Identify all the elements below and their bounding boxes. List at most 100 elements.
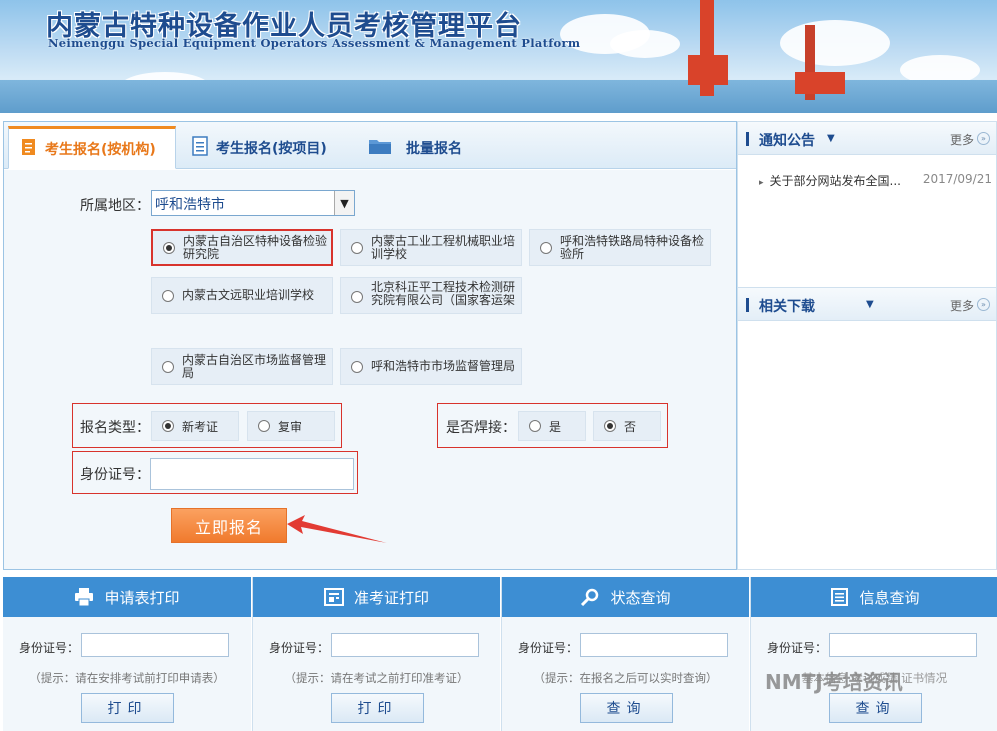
- print-button[interactable]: 打印: [331, 693, 424, 723]
- institution-label: 内蒙古工业工程机械职业培训学校: [371, 233, 516, 261]
- service-print-application: 申请表打印 身份证号： （提示：请在安排考试前打印申请表） 打印: [3, 577, 251, 731]
- tab-bar: 考生报名(按机构) 考生报名(按项目) 批量报名: [4, 122, 736, 169]
- institution-option[interactable]: 内蒙古文远职业培训学校: [151, 277, 333, 314]
- tab-register-by-project[interactable]: 考生报名(按项目): [192, 126, 352, 169]
- institution-label: 内蒙古自治区特种设备检验研究院: [183, 233, 328, 261]
- radio-unselected[interactable]: [529, 420, 541, 432]
- hint-text: （提示：请在安排考试前打印申请表）: [29, 671, 225, 685]
- institution-label: 呼和浩特市市场监督管理局: [371, 359, 516, 373]
- register-now-button[interactable]: 立即报名: [171, 508, 287, 543]
- id-number-input[interactable]: [150, 458, 354, 490]
- radio-unselected[interactable]: [162, 289, 174, 302]
- service-title: 信息查询: [859, 588, 920, 607]
- id-label: 身份证号：: [80, 467, 150, 483]
- institution-option[interactable]: 呼和浩特铁路局特种设备检验所: [529, 229, 711, 266]
- type-option-new[interactable]: 新考证: [151, 411, 239, 441]
- radio-unselected[interactable]: [351, 241, 363, 254]
- field-label: 身份证号：: [19, 641, 80, 655]
- radio-unselected[interactable]: [258, 420, 270, 432]
- downloads-title: 相关下载: [759, 299, 815, 315]
- notice-item-text[interactable]: 关于部分网站发布全国...: [770, 174, 901, 188]
- radio-unselected[interactable]: [162, 360, 174, 373]
- list-icon: [829, 588, 849, 606]
- notice-item[interactable]: ▸ 关于部分网站发布全国...: [759, 172, 901, 189]
- magnifier-icon: [580, 588, 600, 607]
- radio-selected[interactable]: [162, 420, 174, 432]
- cloud-decoration: [610, 30, 680, 58]
- region-select[interactable]: 呼和浩特市 ▼: [151, 190, 355, 216]
- service-print-admission: 准考证打印 身份证号： （提示：请在考试之前打印准考证） 打印: [252, 577, 500, 731]
- tab-register-by-institution[interactable]: 考生报名(按机构): [8, 126, 176, 169]
- radio-selected[interactable]: [163, 241, 175, 254]
- header-bar: [746, 298, 749, 312]
- wechat-watermark: NMTJ考培资讯: [765, 670, 903, 694]
- radio-unselected[interactable]: [351, 291, 363, 303]
- id-number-input[interactable]: [580, 633, 728, 657]
- printer-icon: [74, 588, 94, 607]
- double-chevron-right-icon[interactable]: »: [977, 132, 990, 145]
- crane-decoration: [688, 55, 728, 85]
- folder-icon: [368, 137, 392, 159]
- registration-panel: 考生报名(按机构) 考生报名(按项目) 批量报名 所属地区： 呼和浩特市 ▼ 内…: [3, 121, 737, 570]
- service-body: 身份证号： （提示：请在安排考试前打印申请表） 打印: [3, 617, 251, 731]
- type-option-label: 新考证: [182, 419, 219, 434]
- institution-option[interactable]: 北京科正平工程技术检测研究院有限公司（国家客运架: [340, 277, 522, 314]
- query-button[interactable]: 查询: [580, 693, 673, 723]
- double-chevron-right-icon[interactable]: »: [977, 298, 990, 311]
- notice-title: 通知公告: [759, 133, 815, 149]
- radio-unselected[interactable]: [540, 241, 552, 254]
- document-icon: [192, 135, 208, 160]
- institution-option[interactable]: 内蒙古自治区特种设备检验研究院: [151, 229, 333, 266]
- id-number-input[interactable]: [81, 633, 229, 657]
- downloads-more-link[interactable]: 更多: [950, 297, 974, 314]
- institution-label: 内蒙古文远职业培训学校: [182, 288, 315, 302]
- notice-header: 通知公告 ▼ 更多 »: [738, 122, 996, 155]
- id-number-input[interactable]: [331, 633, 479, 657]
- service-body: 身份证号： （提示：请在考试之前打印准考证） 打印: [253, 617, 500, 731]
- type-option-review[interactable]: 复审: [247, 411, 335, 441]
- field-label: 身份证号：: [767, 641, 828, 655]
- sea-decoration: [0, 80, 997, 113]
- service-body: 身份证号： （提示：在报名之后可以实时查询） 查询: [502, 617, 749, 731]
- notice-item-date: 2017/09/21: [922, 172, 992, 186]
- caret-down-icon: ▼: [827, 133, 835, 144]
- radio-selected[interactable]: [604, 420, 616, 432]
- service-header: 准考证打印: [253, 577, 500, 617]
- tab-batch-register[interactable]: 批量报名: [368, 126, 488, 169]
- header-bar: [746, 132, 749, 146]
- notice-more-link[interactable]: 更多: [950, 131, 974, 148]
- print-button[interactable]: 打印: [81, 693, 174, 723]
- weld-option-no[interactable]: 否: [593, 411, 661, 441]
- region-select-value: 呼和浩特市: [155, 197, 225, 213]
- card-icon: [323, 588, 344, 606]
- radio-unselected[interactable]: [351, 360, 363, 373]
- arrow-annotation-icon: [287, 515, 387, 543]
- header-banner: 内蒙古特种设备作业人员考核管理平台 Neimenggu Special Equi…: [0, 0, 997, 113]
- site-subtitle: Neimenggu Special Equipment Operators As…: [48, 36, 581, 50]
- institution-label: 内蒙古自治区市场监督管理局: [182, 352, 327, 380]
- cloud-decoration: [780, 20, 890, 66]
- institution-option[interactable]: 内蒙古工业工程机械职业培训学校: [340, 229, 522, 266]
- downloads-panel: 相关下载 ▼ 更多 »: [737, 288, 997, 570]
- id-number-input[interactable]: [829, 633, 977, 657]
- query-button[interactable]: 查询: [829, 693, 922, 723]
- field-label: 身份证号：: [269, 641, 330, 655]
- hint-text: （提示：在报名之后可以实时查询）: [533, 671, 718, 685]
- service-title: 准考证打印: [353, 588, 429, 607]
- service-header: 信息查询: [751, 577, 997, 617]
- chevron-down-icon[interactable]: ▼: [334, 191, 354, 215]
- weld-label: 是否焊接：: [446, 420, 516, 436]
- service-title: 申请表打印: [104, 588, 180, 607]
- weld-option-label: 是: [549, 419, 562, 434]
- institution-option[interactable]: 内蒙古自治区市场监督管理局: [151, 348, 333, 385]
- institution-option[interactable]: 呼和浩特市市场监督管理局: [340, 348, 522, 385]
- institution-label: 呼和浩特铁路局特种设备检验所: [560, 233, 705, 261]
- field-label: 身份证号：: [518, 641, 579, 655]
- caret-down-icon: ▼: [866, 299, 874, 310]
- tab-label: 考生报名(按项目): [216, 140, 327, 157]
- region-label: 所属地区：: [80, 198, 150, 214]
- weld-option-yes[interactable]: 是: [518, 411, 586, 441]
- bullet-icon: ▸: [759, 178, 764, 188]
- pen-doc-icon: [21, 138, 37, 160]
- weld-option-label: 否: [624, 419, 637, 434]
